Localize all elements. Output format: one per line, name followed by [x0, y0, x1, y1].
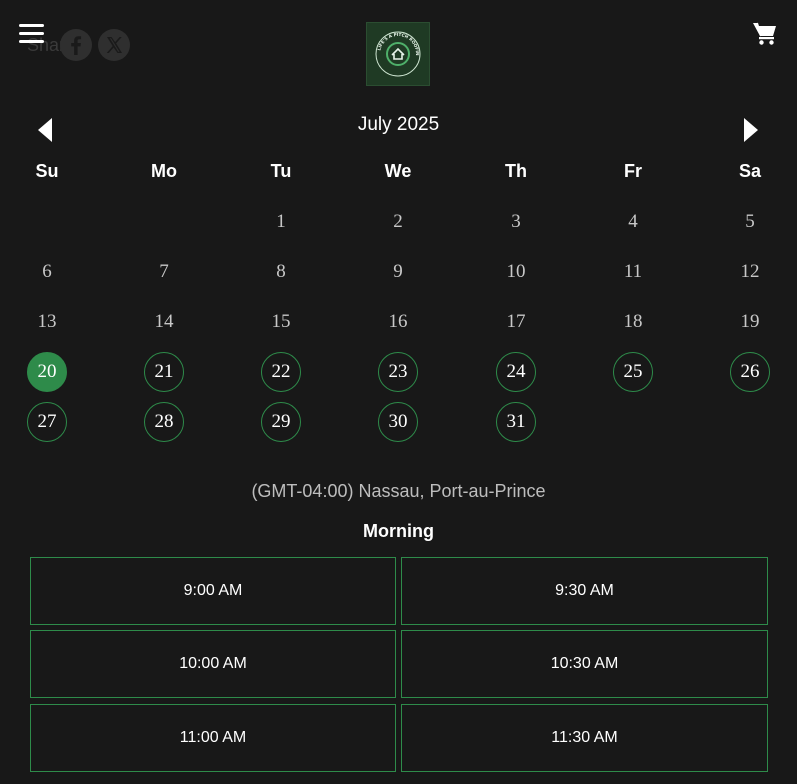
calendar-day: 17: [506, 311, 526, 332]
time-section-title: Morning: [363, 521, 434, 541]
company-logo[interactable]: LIFE'S A PITCH ROOFING: [365, 19, 430, 86]
calendar-day: 15: [271, 311, 291, 332]
calendar-day: 3: [511, 211, 521, 232]
timezone-label[interactable]: (GMT-04:00) Nassau, Port-au-Prince: [0, 481, 797, 502]
calendar-day[interactable]: 21: [144, 352, 184, 392]
calendar-day: 19: [740, 311, 760, 332]
calendar-day[interactable]: 27: [27, 402, 67, 442]
calendar-day[interactable]: 31: [496, 402, 536, 442]
calendar-day[interactable]: 25: [613, 352, 653, 392]
booking-page: Share: LIFE'S A PITCH ROOFING: [0, 0, 797, 784]
calendar-day: 10: [506, 261, 526, 282]
x-twitter-icon[interactable]: [98, 29, 131, 61]
calendar-day: 14: [154, 311, 174, 332]
weekday-label: Sa: [738, 161, 762, 181]
calendar-day: 13: [37, 311, 57, 332]
calendar-day[interactable]: 29: [261, 402, 301, 442]
calendar-day[interactable]: 28: [144, 402, 184, 442]
calendar-day: 18: [623, 311, 643, 332]
calendar-day[interactable]: 26: [730, 352, 770, 392]
weekday-label: Tu: [270, 161, 292, 181]
calendar-day: 6: [42, 261, 52, 282]
time-slot-button[interactable]: 9:00 AM: [30, 557, 396, 625]
calendar-day: 7: [159, 261, 169, 282]
calendar-day: 5: [745, 211, 755, 232]
calendar-day: 11: [623, 261, 643, 282]
logo-text: LIFE'S A PITCH ROOFING: [365, 19, 420, 56]
month-label: July 2025: [357, 114, 440, 135]
weekday-label: Th: [505, 161, 527, 181]
calendar-day: 2: [393, 211, 403, 232]
time-slot-button[interactable]: 10:30 AM: [401, 630, 768, 698]
next-month-button[interactable]: [740, 116, 760, 144]
calendar-day[interactable]: 22: [261, 352, 301, 392]
calendar-day: 8: [276, 261, 286, 282]
calendar-day: 4: [628, 211, 638, 232]
calendar-day[interactable]: 30: [378, 402, 418, 442]
time-slot-button[interactable]: 9:30 AM: [401, 557, 768, 625]
hamburger-menu-icon[interactable]: [19, 22, 45, 46]
shopping-cart-icon[interactable]: [752, 20, 778, 46]
weekday-label: Mo: [151, 161, 177, 181]
weekday-label: Su: [35, 161, 59, 181]
time-slot-button[interactable]: 11:00 AM: [30, 704, 396, 772]
facebook-icon[interactable]: [60, 29, 93, 61]
calendar-day[interactable]: 23: [378, 352, 418, 392]
chevron-right-icon: [744, 118, 758, 142]
time-slot-button[interactable]: 11:30 AM: [401, 704, 768, 772]
calendar-day[interactable]: 24: [496, 352, 536, 392]
weekday-label: We: [384, 161, 412, 181]
calendar-day: 1: [276, 211, 286, 232]
calendar-day: 12: [740, 261, 760, 282]
calendar-day: 9: [393, 261, 403, 282]
time-slot-button[interactable]: 10:00 AM: [30, 630, 396, 698]
calendar-day: 16: [388, 311, 408, 332]
calendar-day-selected[interactable]: 20: [27, 352, 67, 392]
svg-text:LIFE'S A PITCH ROOFING: LIFE'S A PITCH ROOFING: [367, 23, 420, 56]
weekday-label: Fr: [624, 161, 642, 181]
